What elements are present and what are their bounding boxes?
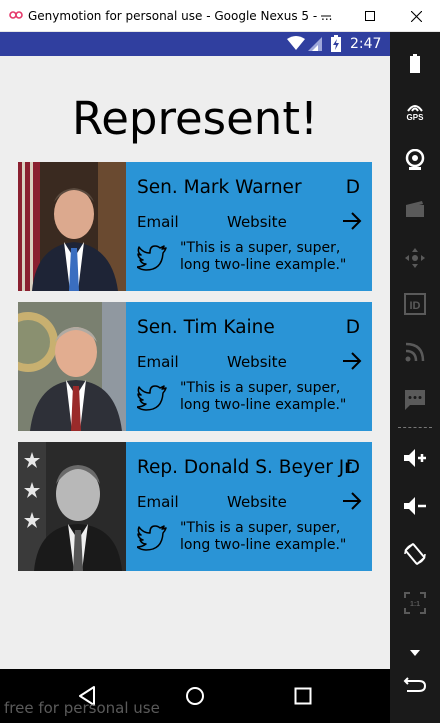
battery-charging-icon bbox=[331, 35, 341, 52]
window-titlebar: Genymotion for personal use - Google Nex… bbox=[0, 0, 440, 32]
device-screen: 2:47 Represent! Sen. Mark Warner D Email… bbox=[0, 32, 390, 669]
volume-up-button[interactable] bbox=[390, 438, 440, 478]
app-title: Represent! bbox=[71, 92, 319, 145]
representative-card[interactable]: Sen. Mark Warner D Email Website "This i… bbox=[18, 162, 372, 291]
recents-icon bbox=[294, 687, 312, 705]
pixel-perfect-label: 1:1 bbox=[410, 601, 420, 608]
arrow-right-icon[interactable] bbox=[342, 211, 362, 231]
close-icon bbox=[410, 10, 422, 22]
representative-photo bbox=[18, 302, 126, 431]
window-title: Genymotion for personal use - Google Nex… bbox=[28, 9, 333, 23]
gps-label: GPS bbox=[406, 113, 424, 122]
party-label: D bbox=[345, 177, 360, 198]
website-link[interactable]: Website bbox=[227, 493, 287, 511]
id-icon: ID bbox=[404, 293, 426, 315]
pixel-perfect-button[interactable]: 1:1 bbox=[390, 583, 440, 623]
media-icon bbox=[406, 201, 424, 217]
representative-card[interactable]: Sen. Tim Kaine D Email Website "This is … bbox=[18, 302, 372, 431]
webcam-tool-button[interactable] bbox=[390, 140, 440, 180]
minimize-icon bbox=[321, 15, 331, 17]
arrow-right-icon[interactable] bbox=[342, 351, 362, 371]
representative-photo bbox=[18, 442, 126, 571]
sms-icon bbox=[405, 390, 425, 410]
battery-tool-button[interactable] bbox=[390, 44, 440, 84]
rotate-icon bbox=[404, 543, 426, 565]
volume-down-icon bbox=[404, 497, 426, 515]
scroll-down-button[interactable] bbox=[390, 643, 440, 663]
minimize-button[interactable] bbox=[306, 0, 346, 32]
wifi-icon bbox=[287, 36, 305, 50]
email-link[interactable]: Email bbox=[137, 493, 179, 511]
emulator-toolbar: GPS ID 1:1 bbox=[390, 32, 440, 723]
twitter-icon[interactable] bbox=[137, 385, 167, 411]
expand-toolbar-button[interactable] bbox=[390, 664, 440, 704]
party-label: D bbox=[345, 317, 360, 338]
id-label: ID bbox=[410, 300, 421, 312]
party-label: D bbox=[345, 457, 360, 478]
media-tool-button[interactable] bbox=[390, 189, 440, 229]
home-button[interactable] bbox=[180, 681, 210, 711]
pixel-perfect-icon: 1:1 bbox=[404, 592, 426, 614]
email-link[interactable]: Email bbox=[137, 353, 179, 371]
rss-icon bbox=[405, 342, 425, 362]
signal-icon bbox=[308, 37, 322, 51]
twitter-icon[interactable] bbox=[137, 245, 167, 271]
maximize-button[interactable] bbox=[350, 0, 390, 32]
arrow-right-icon[interactable] bbox=[342, 491, 362, 511]
representative-name: Rep. Donald S. Beyer Jr. bbox=[137, 457, 356, 478]
dpad-icon bbox=[405, 248, 425, 268]
representative-photo bbox=[18, 162, 126, 291]
quote-text: "This is a super, super, long two-line e… bbox=[180, 380, 347, 413]
rotate-button[interactable] bbox=[390, 534, 440, 574]
volume-up-icon bbox=[404, 449, 426, 467]
quote-text: "This is a super, super, long two-line e… bbox=[180, 240, 347, 273]
representative-name: Sen. Mark Warner bbox=[137, 177, 302, 198]
undo-arrow-icon bbox=[403, 677, 427, 692]
website-link[interactable]: Website bbox=[227, 213, 287, 231]
recents-button[interactable] bbox=[288, 681, 318, 711]
watermark-text: free for personal use bbox=[4, 699, 160, 717]
status-bar: 2:47 bbox=[0, 32, 390, 56]
gps-tool-button[interactable]: GPS bbox=[390, 92, 440, 132]
sms-tool-button[interactable] bbox=[390, 380, 440, 420]
id-tool-button[interactable]: ID bbox=[390, 284, 440, 324]
gps-icon bbox=[407, 105, 423, 112]
website-link[interactable]: Website bbox=[227, 353, 287, 371]
status-time: 2:47 bbox=[350, 36, 382, 52]
scroll-down-icon bbox=[410, 650, 420, 656]
representative-name: Sen. Tim Kaine bbox=[137, 317, 275, 338]
email-link[interactable]: Email bbox=[137, 213, 179, 231]
rss-tool-button[interactable] bbox=[390, 332, 440, 372]
quote-text: "This is a super, super, long two-line e… bbox=[180, 520, 347, 553]
dpad-tool-button[interactable] bbox=[390, 238, 440, 278]
maximize-icon bbox=[365, 11, 375, 21]
webcam-icon bbox=[405, 149, 425, 170]
representative-card[interactable]: Rep. Donald S. Beyer Jr. D Email Website… bbox=[18, 442, 372, 571]
battery-icon bbox=[410, 54, 420, 73]
home-icon bbox=[186, 687, 204, 705]
genymotion-logo-icon bbox=[9, 11, 23, 19]
twitter-icon[interactable] bbox=[137, 525, 167, 551]
toolbar-separator bbox=[398, 427, 432, 428]
close-button[interactable] bbox=[396, 0, 436, 32]
volume-down-button[interactable] bbox=[390, 486, 440, 526]
